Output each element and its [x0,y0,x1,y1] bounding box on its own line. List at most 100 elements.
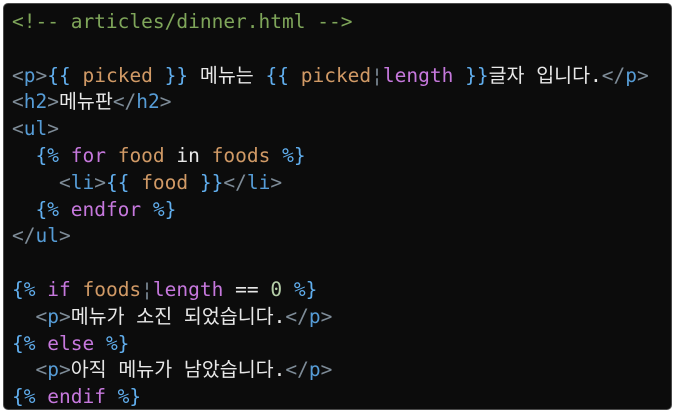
code-token-punct: < [35,304,48,328]
code-token-punct: </ [285,304,309,328]
code-token-tmpl: {{ [265,63,301,87]
code-token-tmpl: }} [453,63,489,87]
code-token-punct: > [94,170,106,194]
code-token-keyword: if [47,277,71,301]
code-token-punct: </ [285,358,309,382]
code-token-tag: li [246,170,271,194]
code-token-punct: > [320,358,333,382]
code-token-punct: > [270,170,283,194]
code-token-tmpl: {{ [105,170,142,194]
code-token-tmpl: {% [35,143,71,167]
code-line: <p>{{ picked }} 메뉴는 {{ picked¦length }}글… [12,63,649,90]
code-token-punct: </ [112,90,137,114]
code-line: <p>메뉴가 소진 되었습니다.</p> [12,304,649,331]
code-token-tag: ul [23,117,48,141]
code-token-var: picked [300,63,372,87]
code-token-var: picked [82,63,153,87]
code-token-tmpl: {% [12,385,48,409]
code-token-tag: ul [35,224,59,248]
code-block[interactable]: <!-- articles/dinner.html --> <p>{{ picke… [12,9,649,409]
code-token-punct: < [35,358,48,382]
code-line: <p>아직 메뉴가 남았습니다.</p> [12,357,649,384]
code-token-text: 메뉴판 [58,90,113,114]
code-token-keyword: endif [47,385,106,409]
code-token-tag: p [47,358,59,382]
code-token-tmpl: {% [35,197,71,221]
code-token-var: food [141,170,189,194]
code-token-tmpl: %} [105,385,142,409]
code-token-keyword: else [47,331,95,355]
code-token-punct: > [159,90,172,114]
code-token-keyword: length [382,63,454,87]
code-token-punct: > [637,63,649,87]
code-token-tmpl: %} [282,277,318,301]
code-line: <ul> [12,116,649,143]
code-token-tag: p [23,63,36,87]
code-line: {% for food in foods %} [12,143,649,170]
code-token-tag: p [308,358,321,382]
code-token-punct: < [12,117,24,141]
code-token-punct: > [47,117,59,141]
code-token-tmpl: {% [12,331,48,355]
code-token-var: foods [82,277,142,301]
code-line: </ul> [12,223,649,250]
code-token-tmpl: %} [141,197,177,221]
code-token-text: 메뉴가 소진 되었습니다. [70,304,286,328]
code-token-punct: > [35,63,48,87]
code-token-tmpl: }} [152,63,189,87]
code-line: {% endif %} [12,384,649,409]
code-token-punct: < [12,63,24,87]
code-token-tmpl: %} [94,331,130,355]
code-token-punct: < [12,90,24,114]
code-token-punct: </ [223,170,247,194]
code-token-punct: </ [601,63,626,87]
code-token-text: in [164,143,212,167]
code-line: {% else %} [12,331,649,358]
code-line: <li>{{ food }}</li> [12,170,649,197]
code-token-tag: h2 [136,90,160,114]
code-token-comment: <!-- articles/dinner.html --> [12,10,353,33]
code-token-tag: p [47,304,59,328]
code-token-punct: > [320,304,333,328]
code-token-punct: > [47,90,59,114]
code-token-text: 아직 메뉴가 남았습니다. [70,358,286,382]
code-token-text: == [223,277,271,301]
code-token-text: 메뉴는 [188,63,266,87]
code-token-punct: </ [12,224,36,248]
code-token-tmpl: }} [188,170,224,194]
code-token-tag: li [70,170,95,194]
code-token-punct: > [58,304,71,328]
code-token-number: 0 [270,277,283,301]
code-token-keyword: length [152,277,224,301]
code-token-tag: h2 [23,90,48,114]
code-token-punct: ¦ [371,63,383,87]
code-token-keyword: endfor [70,197,142,221]
code-line: <h2>메뉴판</h2> [12,89,649,116]
code-token-tag: p [625,63,638,87]
code-token-tmpl: {% [12,277,48,301]
code-editor[interactable]: <!-- articles/dinner.html --> <p>{{ picke… [3,3,672,410]
code-token-punct: > [58,358,71,382]
code-token-keyword: for [70,143,106,167]
code-token-punct: ¦ [141,277,153,301]
code-line: {% endfor %} [12,197,649,224]
code-token-tag: p [308,304,321,328]
code-line: <!-- articles/dinner.html --> [12,9,649,36]
code-token-var: foods [211,143,271,167]
code-line: {% if foods¦length == 0 %} [12,277,649,304]
code-token-tmpl: %} [270,143,306,167]
code-token-tmpl: {{ [47,63,83,87]
code-token-punct: < [58,170,71,194]
code-token-punct: > [58,224,71,248]
code-token-text: 글자 입니다. [488,63,602,87]
code-token-var: food [117,143,165,167]
